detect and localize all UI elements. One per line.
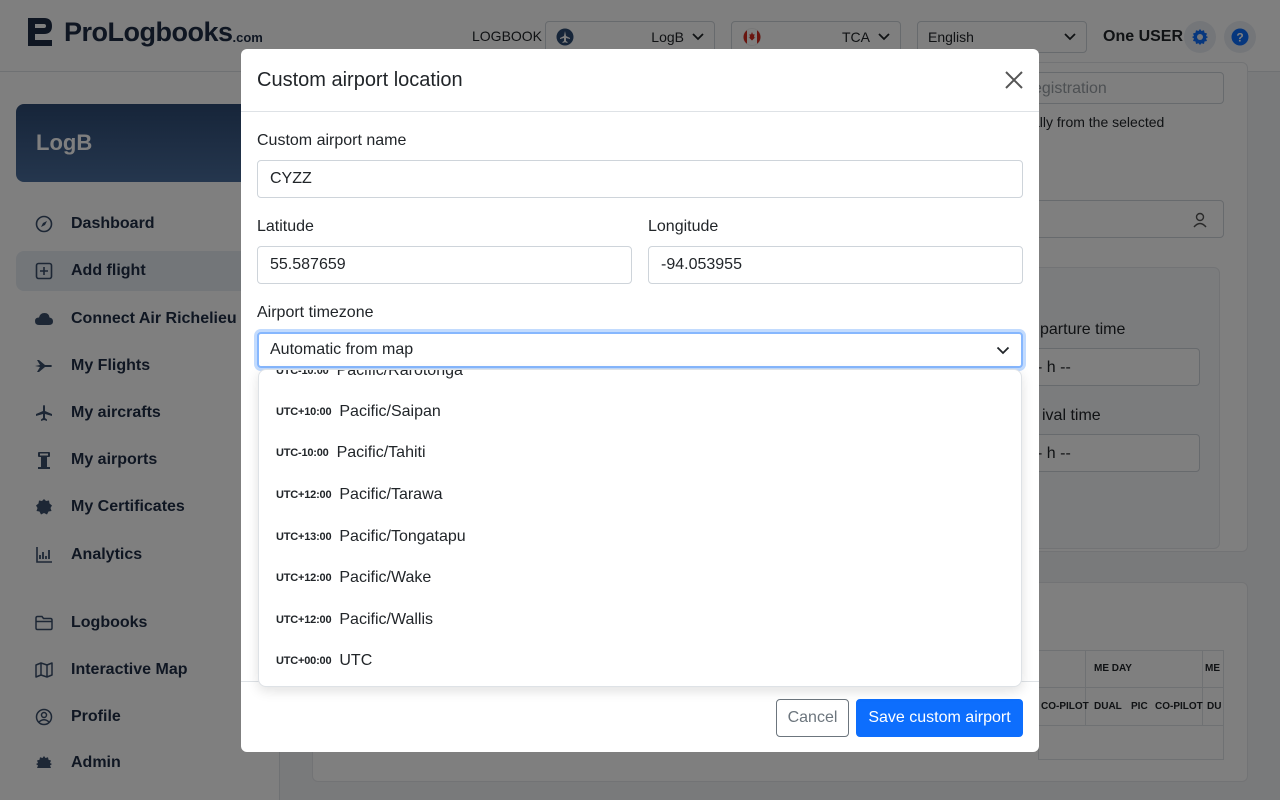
timezone-offset: UTC+13:00 (276, 531, 332, 543)
timezone-name: Pacific/Rarotonga (336, 369, 463, 379)
airport-name-input[interactable]: CYZZ (257, 160, 1023, 198)
timezone-select-value: Automatic from map (270, 341, 414, 358)
airport-name-label: Custom airport name (257, 132, 407, 149)
modal-header: Custom airport location (241, 49, 1039, 112)
timezone-label: Airport timezone (257, 304, 374, 321)
timezone-offset: UTC-10:00 (276, 369, 329, 377)
timezone-name: Pacific/Saipan (339, 403, 441, 420)
timezone-offset: UTC+00:00 (276, 655, 332, 667)
timezone-name: Pacific/Wallis (339, 611, 434, 628)
timezone-option[interactable]: UTC+10:00 Pacific/Saipan (259, 392, 1021, 432)
modal-footer: Cancel Save custom airport (241, 681, 1039, 752)
timezone-name: UTC (339, 652, 373, 669)
timezone-offset: UTC+12:00 (276, 489, 332, 501)
timezone-offset: UTC+12:00 (276, 614, 332, 626)
longitude-input[interactable]: -94.053955 (648, 246, 1023, 284)
timezone-option[interactable]: UTC+12:00 Pacific/Wake (259, 558, 1021, 598)
timezone-option[interactable]: UTC+12:00 Pacific/Wallis (259, 600, 1021, 640)
timezone-select[interactable]: Automatic from map (257, 332, 1023, 368)
timezone-offset: UTC+12:00 (276, 572, 332, 584)
timezone-name: Pacific/Wake (339, 569, 432, 586)
latitude-input[interactable]: 55.587659 (257, 246, 632, 284)
timezone-name: Pacific/Tarawa (339, 486, 443, 503)
longitude-value: -94.053955 (661, 256, 742, 273)
chevron-down-icon (996, 346, 1010, 354)
longitude-label: Longitude (648, 218, 719, 235)
airport-name-value: CYZZ (270, 170, 312, 187)
latitude-label: Latitude (257, 218, 314, 235)
timezone-offset: UTC-10:00 (276, 447, 329, 459)
save-custom-airport-button[interactable]: Save custom airport (856, 699, 1023, 737)
timezone-option[interactable]: UTC+13:00 Pacific/Tongatapu (259, 517, 1021, 557)
close-icon[interactable] (1003, 69, 1025, 91)
timezone-option[interactable]: UTC-10:00 Pacific/Tahiti (259, 433, 1021, 473)
modal-title: Custom airport location (257, 69, 463, 91)
timezone-dropdown[interactable]: UTC-10:00 Pacific/Rarotonga UTC+10:00 Pa… (258, 369, 1022, 687)
timezone-name: Pacific/Tongatapu (339, 528, 466, 545)
timezone-name: Pacific/Tahiti (336, 444, 426, 461)
timezone-option[interactable]: UTC+00:00 UTC (259, 641, 1021, 681)
timezone-option[interactable]: UTC+12:00 Pacific/Tarawa (259, 475, 1021, 515)
latitude-value: 55.587659 (270, 256, 346, 273)
cancel-button[interactable]: Cancel (776, 699, 849, 737)
timezone-option[interactable]: UTC-10:00 Pacific/Rarotonga (259, 369, 1021, 391)
timezone-offset: UTC+10:00 (276, 406, 332, 418)
